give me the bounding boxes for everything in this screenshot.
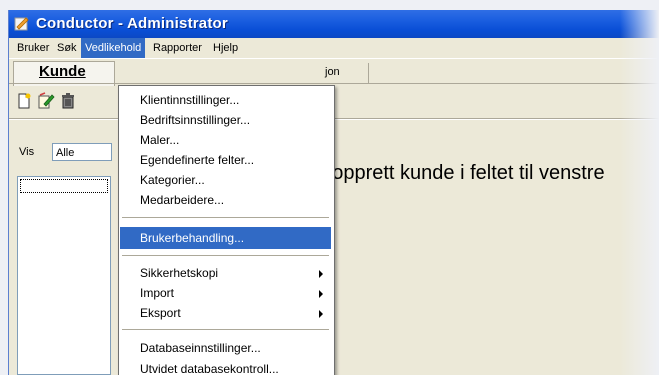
- menu-separator: [122, 217, 329, 218]
- menu-hjelp[interactable]: Hjelp: [209, 38, 242, 58]
- list-focus-item[interactable]: [20, 179, 108, 193]
- menu-item-kategorier[interactable]: Kategorier...: [120, 169, 331, 191]
- new-document-icon[interactable]: [15, 92, 33, 110]
- menu-item-import[interactable]: Import: [120, 282, 331, 304]
- menu-bar: Bruker Søk Vedlikehold Rapporter Hjelp: [9, 38, 659, 58]
- menu-item-label: Klientinnstillinger...: [140, 93, 240, 107]
- menu-item-eksport[interactable]: Eksport: [120, 302, 331, 324]
- menu-item-bedriftsinnstillinger[interactable]: Bedriftsinnstillinger...: [120, 109, 331, 131]
- app-window: Conductor - Administrator Bruker Søk Ved…: [8, 10, 659, 375]
- tab-bar: Kunde jon: [9, 58, 659, 86]
- edit-icon[interactable]: [37, 92, 55, 110]
- menu-item-label: Databaseinnstillinger...: [140, 341, 261, 355]
- title-bar[interactable]: Conductor - Administrator: [9, 10, 659, 38]
- customer-list[interactable]: [17, 176, 111, 375]
- menu-item-label: Egendefinerte felter...: [140, 153, 255, 167]
- submenu-arrow-icon: [319, 310, 323, 318]
- conductor-app-icon: [14, 17, 29, 31]
- filter-select[interactable]: Alle: [52, 143, 112, 161]
- menu-item-label: Sikkerhetskopi: [140, 266, 219, 280]
- menu-item-databaseinnstillinger[interactable]: Databaseinnstillinger...: [120, 337, 331, 359]
- menu-vedlikehold[interactable]: Vedlikehold: [81, 38, 146, 58]
- submenu-arrow-icon: [319, 290, 323, 298]
- hint-text: r opprett kunde i feltet til venstre: [320, 162, 605, 184]
- menu-rapporter[interactable]: Rapporter: [149, 38, 206, 58]
- menu-sok[interactable]: Søk: [53, 38, 81, 58]
- menu-item-label: Kategorier...: [140, 173, 205, 187]
- menu-bruker[interactable]: Bruker: [13, 38, 53, 58]
- menu-item-label: Bedriftsinnstillinger...: [140, 113, 251, 127]
- menu-item-klientinnstillinger[interactable]: Klientinnstillinger...: [120, 89, 331, 111]
- menu-item-label: Utvidet databasekontroll...: [140, 362, 279, 375]
- menu-item-utvidet-databasekontroll[interactable]: Utvidet databasekontroll...: [120, 358, 331, 375]
- tab-divider: [9, 83, 659, 84]
- delete-icon[interactable]: [59, 92, 77, 110]
- menu-item-maler[interactable]: Maler...: [120, 129, 331, 151]
- menu-item-label: Brukerbehandling...: [140, 231, 245, 245]
- menu-item-brukerbehandling[interactable]: Brukerbehandling...: [120, 227, 331, 249]
- menu-item-sikkerhetskopi[interactable]: Sikkerhetskopi: [120, 262, 331, 284]
- window-title: Conductor - Administrator: [36, 15, 228, 32]
- menu-item-medarbeidere[interactable]: Medarbeidere...: [120, 189, 331, 211]
- tab-other[interactable]: [314, 63, 369, 83]
- menu-item-label: Medarbeidere...: [140, 193, 225, 207]
- tab-other-label: jon: [325, 66, 340, 78]
- menu-item-egendefinerte-felter[interactable]: Egendefinerte felter...: [120, 149, 331, 171]
- vedlikehold-menu: Klientinnstillinger... Bedriftsinnstilli…: [118, 85, 335, 375]
- filter-label: Vis: [19, 146, 35, 158]
- menu-item-label: Import: [140, 286, 175, 300]
- tab-kunde-label: Kunde: [39, 63, 86, 80]
- menu-item-label: Eksport: [140, 306, 181, 320]
- menu-separator: [122, 329, 329, 330]
- menu-separator: [122, 255, 329, 256]
- submenu-arrow-icon: [319, 270, 323, 278]
- menu-item-label: Maler...: [140, 133, 180, 147]
